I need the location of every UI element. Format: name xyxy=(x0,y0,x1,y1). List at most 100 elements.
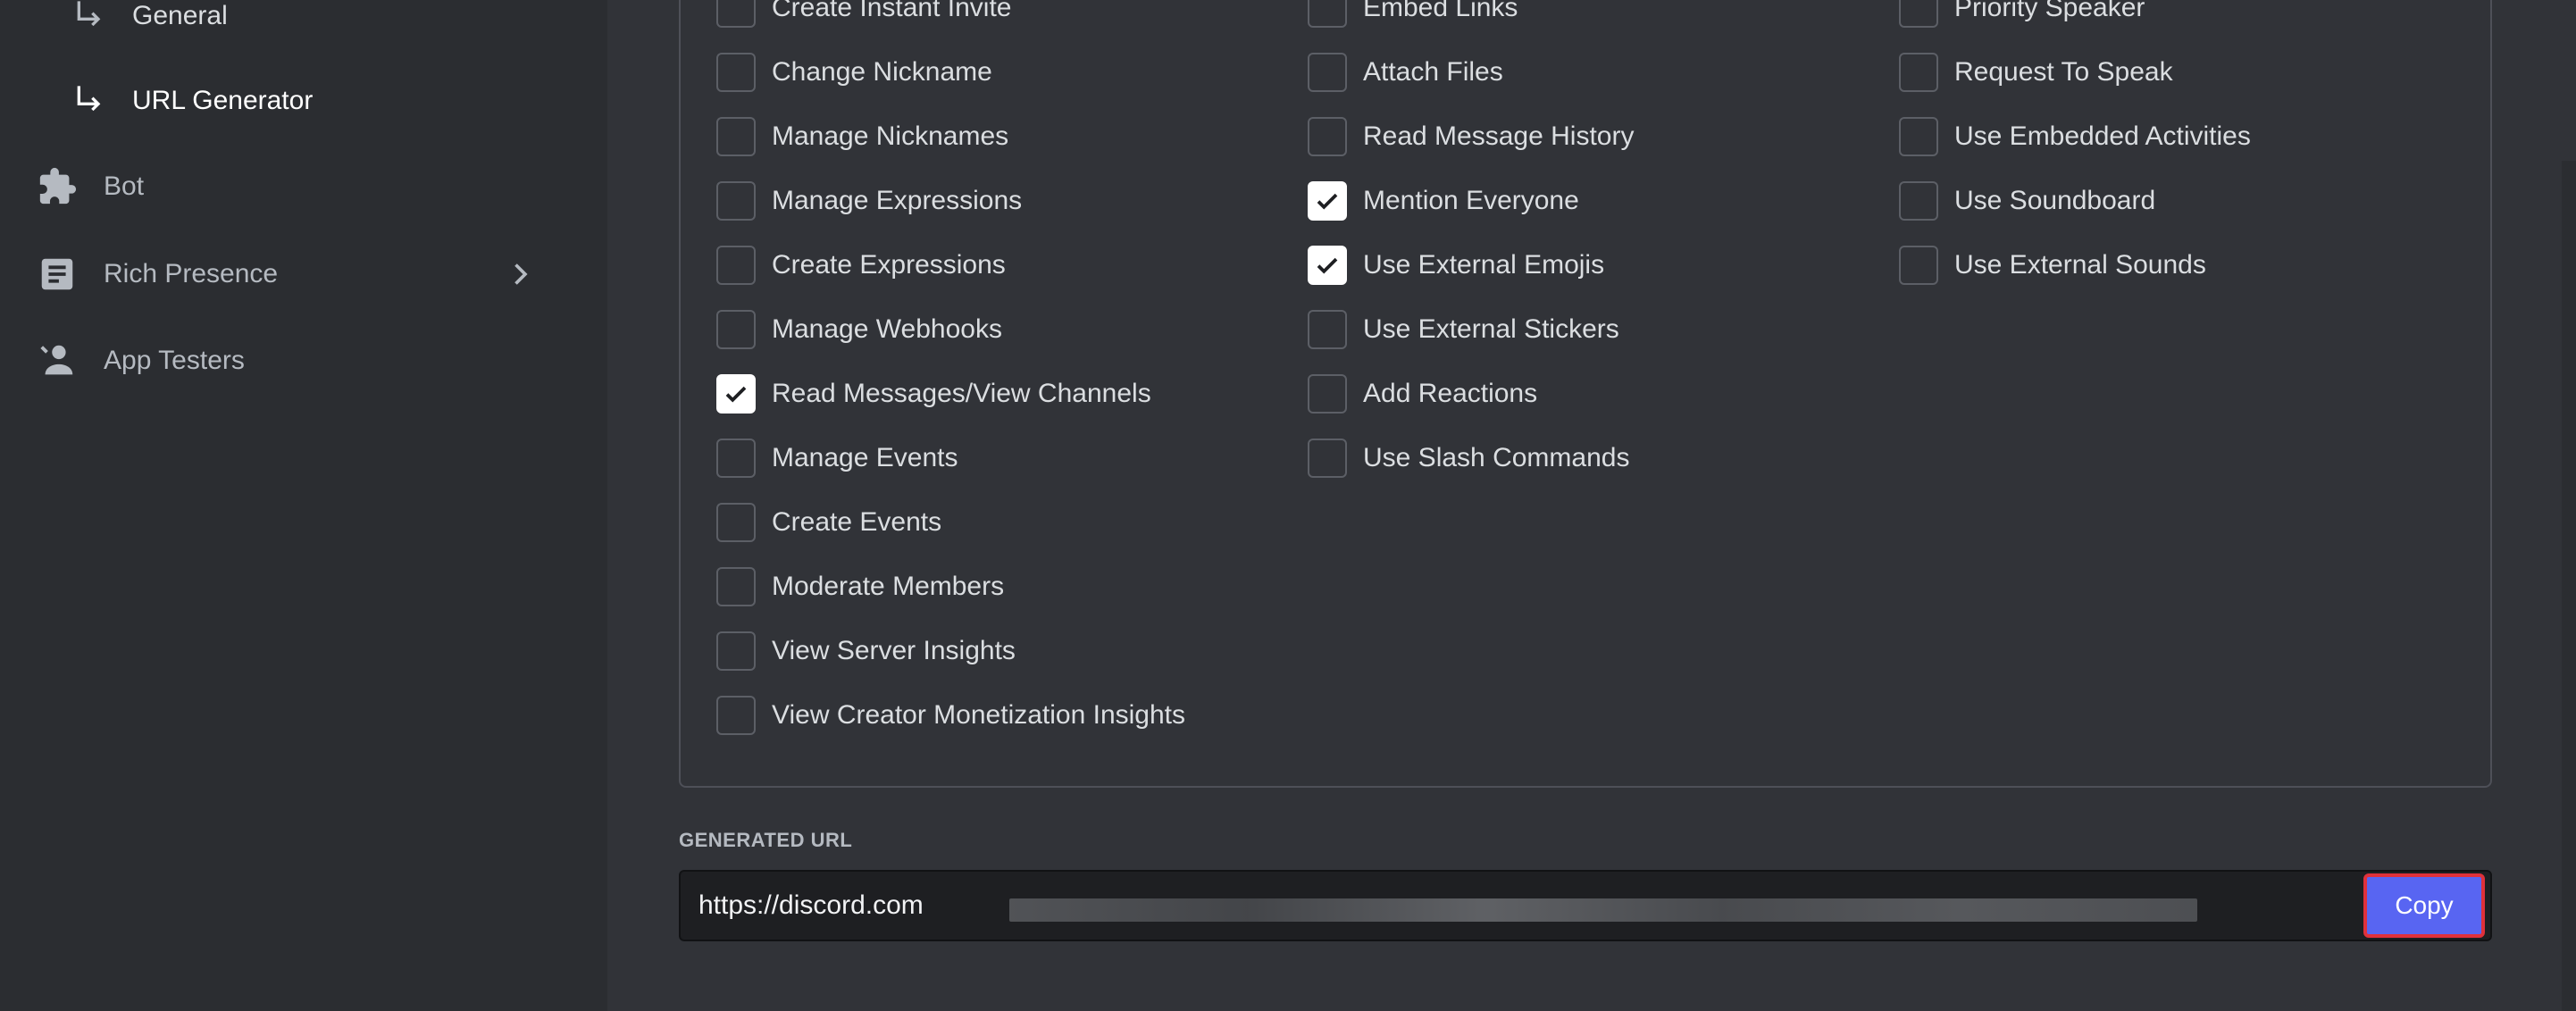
permission-item[interactable]: Create Expressions xyxy=(716,243,1006,288)
permission-item[interactable]: Add Reactions xyxy=(1308,372,1537,416)
permission-label: Use External Stickers xyxy=(1363,314,1619,344)
permission-label: Change Nickname xyxy=(772,57,992,87)
permission-label: Use External Emojis xyxy=(1363,250,1605,280)
permission-checkbox[interactable] xyxy=(1308,439,1347,478)
sidebar: General URL Generator Bot Rich Presence … xyxy=(0,0,607,1011)
main-content: Create Instant Invite Change Nickname Mana… xyxy=(607,0,2576,1011)
sidebar-item-app-testers[interactable]: App Testers xyxy=(36,334,536,388)
redacted-url-blur xyxy=(1009,898,2197,922)
permission-checkbox[interactable] xyxy=(1899,246,1938,285)
permission-label: Use Embedded Activities xyxy=(1954,121,2251,151)
permission-label: View Server Insights xyxy=(772,636,1016,665)
checkmark-icon xyxy=(1317,257,1338,274)
document-icon xyxy=(36,253,79,296)
permission-item[interactable]: View Server Insights xyxy=(716,629,1016,673)
permission-label: Manage Expressions xyxy=(772,186,1023,215)
permission-label: Manage Events xyxy=(772,443,958,472)
permission-checkbox[interactable] xyxy=(716,374,756,414)
permission-item[interactable]: Create Instant Invite xyxy=(716,0,1011,30)
scrollbar[interactable] xyxy=(2562,161,2576,1011)
permission-item[interactable]: Manage Nicknames xyxy=(716,114,1008,159)
permission-label: Manage Nicknames xyxy=(772,121,1009,151)
permission-checkbox[interactable] xyxy=(1308,181,1347,221)
permission-item[interactable]: Use External Stickers xyxy=(1308,307,1619,352)
permission-checkbox[interactable] xyxy=(716,0,756,28)
sidebar-subitem-general[interactable]: General xyxy=(71,0,228,43)
permission-item[interactable]: Use External Emojis xyxy=(1308,243,1604,288)
permission-label: Create Instant Invite xyxy=(772,0,1012,22)
permission-label: Priority Speaker xyxy=(1954,0,2145,22)
permission-checkbox[interactable] xyxy=(1308,117,1347,156)
permission-label: Read Messages/View Channels xyxy=(772,379,1151,408)
permission-checkbox[interactable] xyxy=(1308,246,1347,285)
permission-item[interactable]: Manage Webhooks xyxy=(716,307,1002,352)
permission-checkbox[interactable] xyxy=(1899,181,1938,221)
user-testers-icon xyxy=(36,339,79,382)
permission-checkbox[interactable] xyxy=(716,631,756,671)
permission-label: Manage Webhooks xyxy=(772,314,1002,344)
permissions-panel: Create Instant Invite Change Nickname Mana… xyxy=(679,0,2492,788)
sidebar-item-label: Rich Presence xyxy=(104,259,279,288)
permission-label: Read Message History xyxy=(1363,121,1635,151)
permission-checkbox[interactable] xyxy=(716,696,756,735)
copy-button[interactable]: Copy xyxy=(2363,873,2485,938)
permission-label: Use External Sounds xyxy=(1954,250,2206,280)
permission-checkbox[interactable] xyxy=(716,53,756,92)
permission-label: Use Slash Commands xyxy=(1363,443,1630,472)
permission-checkbox[interactable] xyxy=(716,439,756,478)
permission-checkbox[interactable] xyxy=(1899,117,1938,156)
sidebar-subitem-url-generator[interactable]: URL Generator xyxy=(71,74,313,128)
permission-item[interactable]: Create Events xyxy=(716,500,941,545)
generated-url-field[interactable]: https://discord.com Copy xyxy=(679,870,2492,941)
permission-checkbox[interactable] xyxy=(716,567,756,606)
permission-label: Embed Links xyxy=(1363,0,1518,22)
permission-item[interactable]: Use Slash Commands xyxy=(1308,436,1629,480)
generated-url-text: https://discord.com xyxy=(698,890,924,920)
permission-label: Attach Files xyxy=(1363,57,1503,87)
permission-label: Request To Speak xyxy=(1954,57,2173,87)
permission-label: Mention Everyone xyxy=(1363,186,1579,215)
permission-item[interactable]: Priority Speaker xyxy=(1899,0,2145,30)
checkmark-icon xyxy=(1317,193,1338,210)
permission-checkbox[interactable] xyxy=(716,503,756,542)
sidebar-item-bot[interactable]: Bot xyxy=(36,160,536,213)
permission-checkbox[interactable] xyxy=(1899,0,1938,28)
permission-label: Use Soundboard xyxy=(1954,186,2156,215)
permission-item[interactable]: Request To Speak xyxy=(1899,50,2173,95)
permission-checkbox[interactable] xyxy=(716,181,756,221)
permission-label: View Creator Monetization Insights xyxy=(772,700,1186,730)
permission-checkbox[interactable] xyxy=(1308,53,1347,92)
permission-item[interactable]: Attach Files xyxy=(1308,50,1503,95)
sidebar-item-label: Bot xyxy=(104,171,145,201)
permission-label: Add Reactions xyxy=(1363,379,1538,408)
generated-url-label: GENERATED URL xyxy=(679,829,853,851)
permission-checkbox[interactable] xyxy=(716,117,756,156)
permission-item[interactable]: Embed Links xyxy=(1308,0,1518,30)
permission-item[interactable]: Change Nickname xyxy=(716,50,992,95)
permission-checkbox[interactable] xyxy=(1899,53,1938,92)
permission-checkbox[interactable] xyxy=(716,310,756,349)
permission-item[interactable]: Use Soundboard xyxy=(1899,179,2155,223)
permission-checkbox[interactable] xyxy=(1308,310,1347,349)
permission-checkbox[interactable] xyxy=(716,246,756,285)
permission-item[interactable]: Use Embedded Activities xyxy=(1899,114,2251,159)
subitem-arrow-icon xyxy=(77,1,101,27)
sidebar-subitem-label: URL Generator xyxy=(132,86,314,115)
permission-item[interactable]: Manage Expressions xyxy=(716,179,1022,223)
permission-item[interactable]: Read Message History xyxy=(1308,114,1634,159)
permission-item[interactable]: Read Messages/View Channels xyxy=(716,372,1151,416)
permission-label: Create Expressions xyxy=(772,250,1006,280)
puzzle-icon xyxy=(36,165,79,208)
sidebar-item-rich-presence[interactable]: Rich Presence xyxy=(36,247,536,301)
permission-item[interactable]: Manage Events xyxy=(716,436,958,480)
permission-item[interactable]: Mention Everyone xyxy=(1308,179,1579,223)
permission-checkbox[interactable] xyxy=(1308,374,1347,414)
permission-item[interactable]: Moderate Members xyxy=(716,564,1004,609)
chevron-right-icon[interactable] xyxy=(504,258,536,290)
permission-label: Create Events xyxy=(772,507,942,537)
subitem-arrow-icon xyxy=(77,86,101,112)
checkmark-icon xyxy=(725,386,747,403)
permission-item[interactable]: Use External Sounds xyxy=(1899,243,2206,288)
permission-checkbox[interactable] xyxy=(1308,0,1347,28)
permission-item[interactable]: View Creator Monetization Insights xyxy=(716,693,1185,738)
